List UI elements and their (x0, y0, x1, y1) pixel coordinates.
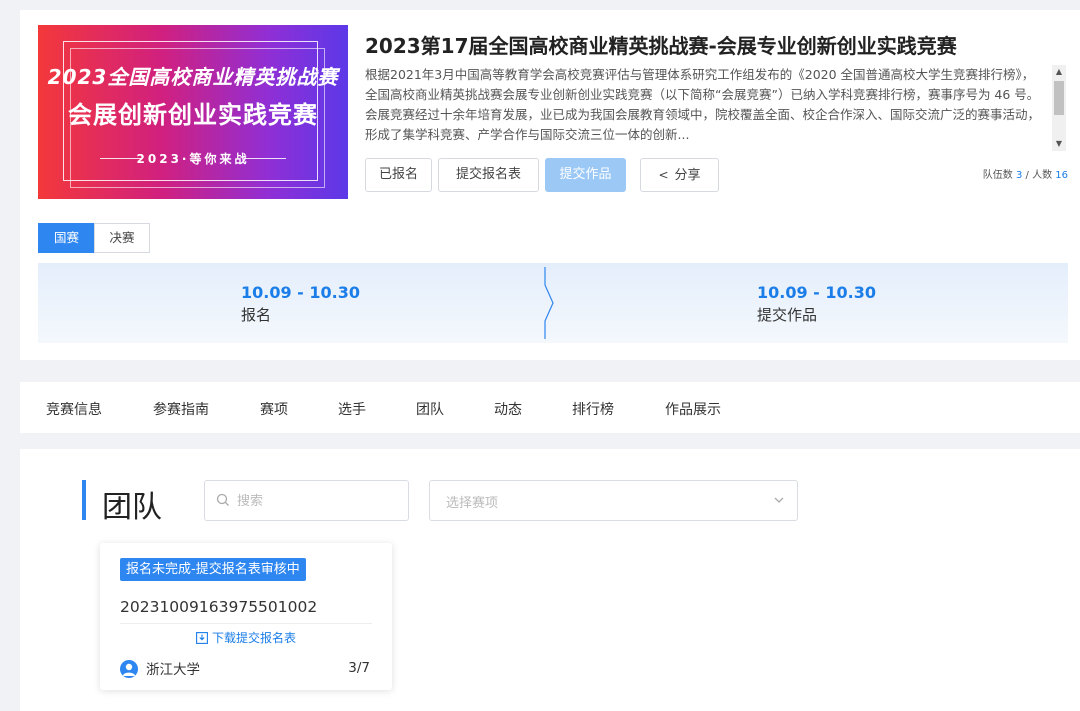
banner-line-1: 2023全国高校商业精英挑战赛 (47, 65, 339, 89)
chevron-down-icon (774, 497, 784, 503)
timeline-label: 报名 (241, 306, 272, 324)
event-select-placeholder: 选择赛项 (446, 496, 499, 511)
share-icon: < (658, 168, 669, 182)
main-tabs: 竞赛信息 参赛指南 赛项 选手 团队 动态 排行榜 作品展示 (20, 382, 1080, 433)
team-search (204, 480, 409, 521)
submit-form-button[interactable]: 提交报名表 (438, 158, 539, 192)
submit-work-button[interactable]: 提交作品 (545, 158, 626, 192)
card-divider (120, 623, 372, 624)
scroll-up-icon[interactable]: ▲ (1052, 65, 1066, 79)
description-scrollbar[interactable]: ▲ ▼ (1052, 65, 1066, 151)
timeline-item-registration: 10.09 - 10.30 报名 (241, 283, 360, 325)
banner-line-3: 2023·等你来战 (136, 152, 250, 166)
tab-competition-info[interactable]: 竞赛信息 (46, 399, 102, 419)
timeline-label: 提交作品 (757, 306, 818, 324)
banner-line-2: 会展创新创业实践竞赛 (68, 101, 318, 129)
download-label: 下载提交报名表 (211, 631, 296, 645)
competition-banner: 2023全国高校商业精英挑战赛 会展创新创业实践竞赛 2023·等你来战 (38, 25, 348, 199)
share-button[interactable]: < 分享 (640, 158, 719, 192)
member-count: 3/7 (348, 660, 370, 676)
download-form-link[interactable]: 下载提交报名表 (100, 629, 392, 646)
status-badge: 报名未完成-提交报名表审核中 (120, 558, 306, 581)
people-label: 人数 (1032, 170, 1053, 181)
timeline-date: 10.09 - 10.30 (757, 283, 876, 302)
stage-tab-national[interactable]: 国赛 (38, 223, 95, 253)
people-value: 16 (1055, 170, 1068, 181)
teams-panel: 团队 选择赛项 报名未完成-提交报名表审核中 20231009163975501… (20, 449, 1080, 711)
tab-players[interactable]: 选手 (338, 399, 366, 419)
search-icon (216, 493, 229, 506)
competition-description: 根据2021年3月中国高等教育学会高校竞赛评估与管理体系研究工作组发布的《202… (365, 67, 1041, 142)
section-accent-bar (82, 480, 86, 520)
registered-button[interactable]: 已报名 (365, 158, 432, 192)
timeline-item-submission: 10.09 - 10.30 提交作品 (757, 283, 876, 325)
search-input[interactable] (237, 490, 397, 512)
school-name: 浙江大学 (146, 662, 200, 678)
stats-separator: / (1025, 170, 1029, 181)
tab-teams[interactable]: 团队 (416, 399, 444, 419)
tab-events[interactable]: 赛项 (260, 399, 288, 419)
stage-timeline: 10.09 - 10.30 报名 10.09 - 10.30 提交作品 (38, 263, 1068, 343)
scroll-thumb[interactable] (1054, 81, 1064, 115)
team-id: 20231009163975501002 (120, 598, 318, 616)
section-title: 团队 (102, 490, 162, 525)
timeline-chevron-icon (544, 267, 554, 339)
tab-news[interactable]: 动态 (494, 399, 522, 419)
download-icon (196, 632, 208, 644)
teams-label: 队伍数 (982, 170, 1013, 181)
team-stats: 队伍数 3 / 人数 16 (983, 166, 1068, 181)
stage-tab-final[interactable]: 决赛 (94, 223, 150, 253)
timeline-date: 10.09 - 10.30 (241, 283, 360, 302)
competition-title: 2023第17届全国高校商业精英挑战赛-会展专业创新创业实践竞赛 (365, 34, 957, 58)
tab-leaderboard[interactable]: 排行榜 (572, 399, 614, 419)
share-label: 分享 (674, 168, 701, 183)
tab-guide[interactable]: 参赛指南 (153, 399, 209, 419)
competition-header-card: 2023全国高校商业精英挑战赛 会展创新创业实践竞赛 2023·等你来战 202… (20, 10, 1080, 360)
scroll-down-icon[interactable]: ▼ (1052, 137, 1066, 151)
event-select[interactable]: 选择赛项 (429, 480, 798, 521)
teams-value: 3 (1015, 170, 1023, 181)
team-card[interactable]: 报名未完成-提交报名表审核中 20231009163975501002 下载提交… (100, 543, 392, 690)
tab-works[interactable]: 作品展示 (665, 399, 721, 419)
avatar-icon (120, 660, 138, 678)
team-school: 浙江大学 (120, 658, 200, 678)
banner-rule-right (244, 158, 286, 159)
